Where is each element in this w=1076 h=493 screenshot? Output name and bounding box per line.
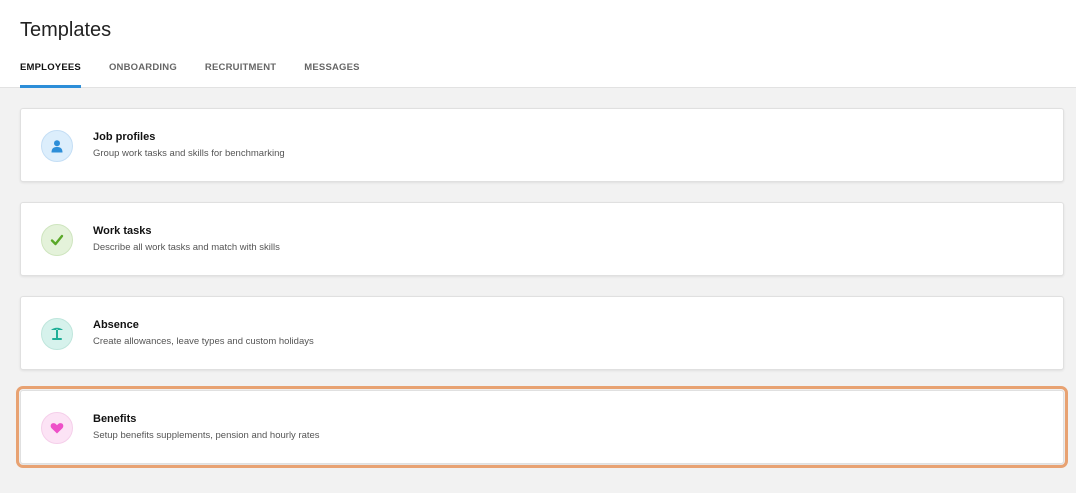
card-work-tasks[interactable]: Work tasks Describe all work tasks and m… (20, 202, 1064, 276)
tab-employees[interactable]: EMPLOYEES (20, 62, 81, 88)
card-title: Benefits (93, 413, 137, 425)
person-icon (41, 130, 73, 162)
tab-onboarding[interactable]: ONBOARDING (109, 62, 177, 88)
card-description: Setup benefits supplements, pension and … (93, 430, 320, 441)
checkmark-icon (41, 224, 73, 256)
card-title: Work tasks (93, 225, 152, 237)
card-absence[interactable]: Absence Create allowances, leave types a… (20, 296, 1064, 370)
tab-messages[interactable]: MESSAGES (304, 62, 359, 88)
card-title: Absence (93, 319, 139, 331)
header: Templates EMPLOYEES ONBOARDING RECRUITME… (0, 0, 1076, 88)
heart-icon (41, 412, 73, 444)
page-title: Templates (20, 19, 112, 41)
tab-bar: EMPLOYEES ONBOARDING RECRUITMENT MESSAGE… (20, 62, 388, 88)
card-description: Describe all work tasks and match with s… (93, 242, 280, 253)
card-title: Job profiles (93, 131, 156, 143)
tab-recruitment[interactable]: RECRUITMENT (205, 62, 276, 88)
card-job-profiles[interactable]: Job profiles Group work tasks and skills… (20, 108, 1064, 182)
palm-tree-icon (41, 318, 73, 350)
card-description: Group work tasks and skills for benchmar… (93, 148, 285, 159)
card-description: Create allowances, leave types and custo… (93, 336, 314, 347)
card-benefits[interactable]: Benefits Setup benefits supplements, pen… (16, 386, 1068, 468)
